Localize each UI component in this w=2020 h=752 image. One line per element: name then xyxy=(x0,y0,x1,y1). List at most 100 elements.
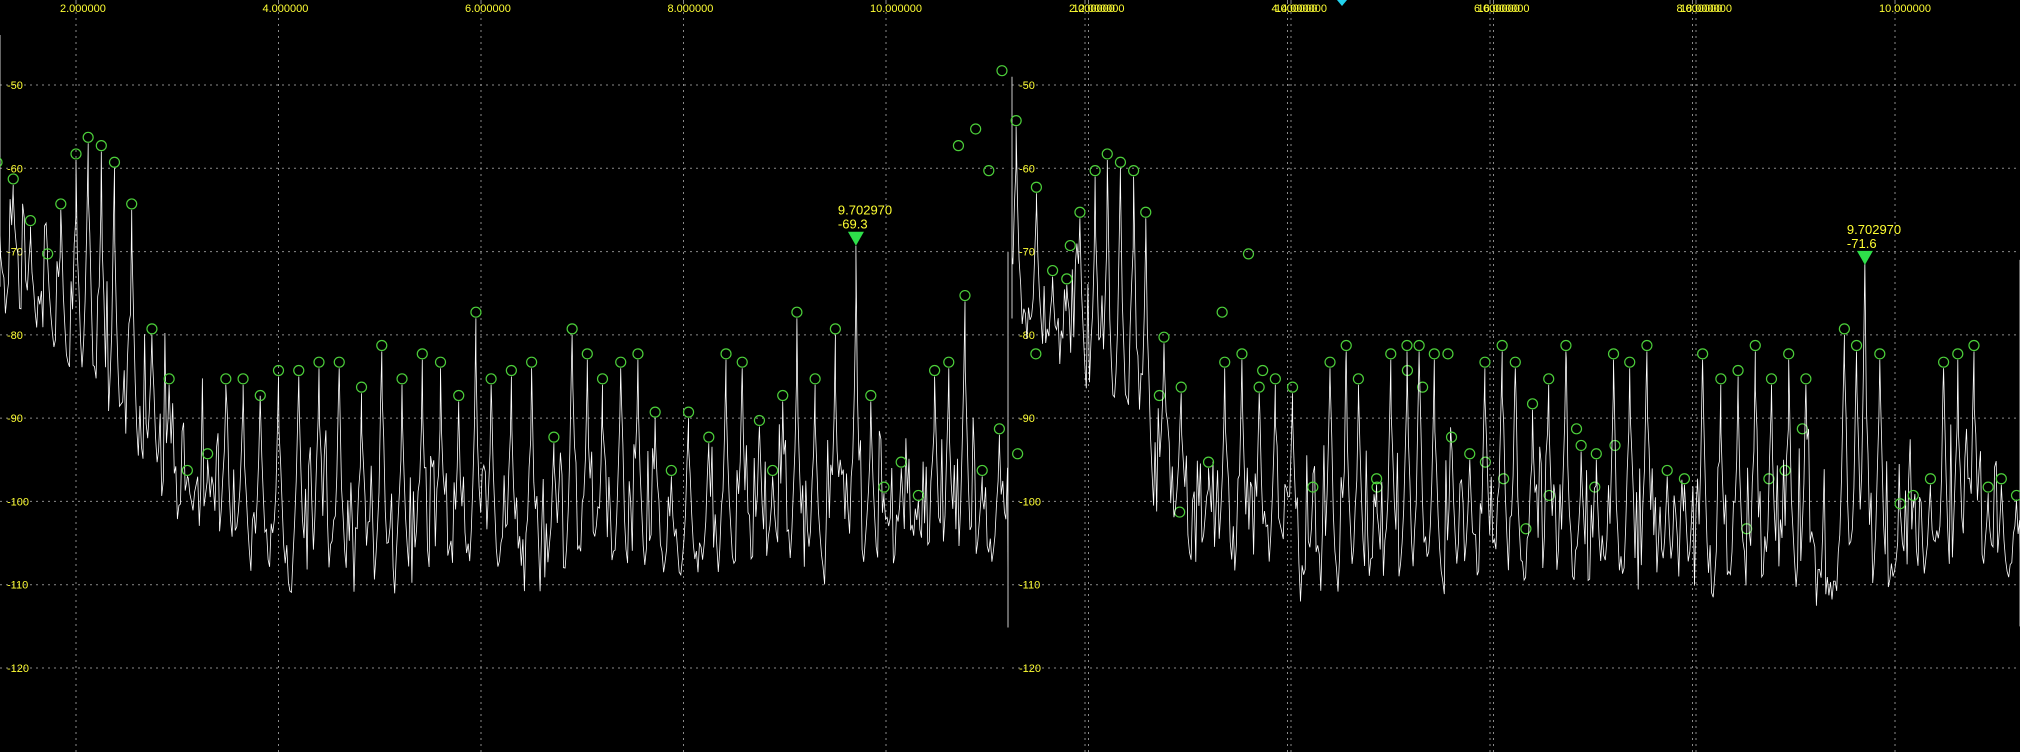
right-peak-circle xyxy=(1253,381,1265,393)
right-y-tick-label: -70 xyxy=(1019,247,1035,259)
left-peak-circle xyxy=(453,389,465,402)
right-peak-circle xyxy=(1046,264,1059,277)
right-peak-circle xyxy=(1924,473,1937,485)
left-peak-circle xyxy=(736,356,748,368)
left-y-tick-label: -80 xyxy=(7,330,23,342)
top-indicator-icon[interactable] xyxy=(1337,0,1347,6)
left-peak-circle xyxy=(809,373,821,385)
right-peak-circle xyxy=(1995,473,2007,485)
spectrum-display: 2.000000 4.000000 6.000000 8.000000 10.00000… xyxy=(0,0,2020,752)
left-peak-circle xyxy=(313,356,325,368)
left-peak-circle xyxy=(505,364,517,377)
right-peak-circle xyxy=(1385,348,1397,360)
right-peak-circle xyxy=(1800,373,1812,385)
right-peak-circle xyxy=(1074,206,1086,218)
left-peak-circle xyxy=(126,198,138,210)
left-peak-circle xyxy=(24,214,37,227)
right-peak-circle xyxy=(1982,481,1994,493)
left-y-tick-label: -60 xyxy=(7,163,23,175)
right-peak-circle xyxy=(970,123,982,135)
right-x-tick-label: 6.000000 xyxy=(1474,3,1520,15)
left-peak-circle xyxy=(753,414,766,427)
left-x-tick-label: 2.000000 xyxy=(60,3,106,15)
right-spectrum-trace xyxy=(1011,76,2020,627)
right-peak-circle xyxy=(1560,339,1572,352)
left-peak-circle xyxy=(7,173,19,185)
left-y-tick-label: -120 xyxy=(7,663,29,675)
left-peak-circle xyxy=(632,348,644,360)
left-peak-circle xyxy=(82,131,94,143)
left-peak-circle xyxy=(548,431,560,443)
left-peak-circle xyxy=(976,464,988,477)
left-peak-circle xyxy=(615,356,627,368)
left-peak-circle xyxy=(202,448,214,460)
left-peak-circle xyxy=(434,356,447,368)
left-peak-circle xyxy=(220,373,232,385)
right-y-tick-label: -50 xyxy=(1019,80,1035,92)
left-spectrum-panel: 2.000000 4.000000 6.000000 8.000000 10.00000… xyxy=(0,0,1808,752)
right-peak-circle xyxy=(1838,323,1850,335)
left-peak-circle xyxy=(526,356,538,368)
left-marker-level: -69.3 xyxy=(838,217,868,232)
right-peak-circle xyxy=(1089,165,1101,177)
right-peak-circle xyxy=(1678,473,1691,485)
right-peak-circle xyxy=(1607,348,1620,360)
left-peak-circle xyxy=(1442,348,1454,360)
right-peak-circle xyxy=(1236,348,1248,360)
left-peak-circle xyxy=(959,289,971,302)
left-peak-circle xyxy=(181,464,193,477)
left-peak-circle xyxy=(293,364,305,377)
right-peak-circle xyxy=(1697,348,1709,360)
right-y-tick-label: -120 xyxy=(1019,663,1041,675)
left-peak-circle xyxy=(485,373,497,385)
left-grid xyxy=(0,0,1697,752)
right-y-tick-label: -90 xyxy=(1019,413,1035,425)
left-peak-circle xyxy=(566,323,578,335)
left-peak-circle xyxy=(777,389,789,402)
left-y-tick-label: -110 xyxy=(7,580,28,592)
left-peak-circle xyxy=(416,348,428,360)
right-peak-circle xyxy=(1783,348,1795,360)
left-x-tick-label: 6.000000 xyxy=(465,3,511,15)
right-x-tick-label: 10.000000 xyxy=(1879,3,1931,15)
right-peak-circle xyxy=(1061,273,1073,285)
left-marker-triangle-icon xyxy=(847,231,864,246)
left-peak-markers xyxy=(0,131,1808,535)
left-peak-circle xyxy=(665,464,677,477)
left-peak-circle xyxy=(791,306,803,318)
right-peak-circle xyxy=(1101,148,1113,160)
right-y-tick-label: -60 xyxy=(1019,163,1035,175)
right-main-marker[interactable]: 9.702970-71.6 xyxy=(1847,222,1901,265)
right-peak-circle xyxy=(1715,373,1727,385)
right-peak-circle xyxy=(1907,489,1919,502)
right-peak-circle xyxy=(1952,348,1964,360)
left-y-tick-label: -50 xyxy=(7,80,23,92)
right-peak-circle xyxy=(1624,356,1636,368)
left-peak-circle xyxy=(237,373,249,385)
left-peak-circle xyxy=(396,373,408,385)
right-peak-circle xyxy=(1543,373,1555,385)
right-peak-circle xyxy=(1413,339,1425,352)
left-peak-circle xyxy=(355,381,368,393)
right-peak-circle xyxy=(1496,339,1508,352)
right-x-tick-label: 8.000000 xyxy=(1677,3,1723,15)
right-peak-circle xyxy=(1158,331,1170,343)
right-x-tick-labels: 2.000000 4.000000 6.000000 8.000000 10.00000… xyxy=(1069,0,1931,15)
left-peak-circle xyxy=(1498,473,1510,485)
right-peak-circle xyxy=(1202,456,1215,468)
right-peak-circle xyxy=(1749,339,1761,352)
left-peak-circle xyxy=(1796,423,1808,435)
right-y-tick-label: -100 xyxy=(1019,496,1041,508)
left-peak-circle xyxy=(878,481,890,493)
right-peak-circle xyxy=(1428,348,1440,360)
left-peak-circle xyxy=(1417,381,1429,393)
left-peak-circle xyxy=(596,373,609,385)
left-main-marker[interactable]: 9.702970-69.3 xyxy=(838,203,892,246)
right-peak-circle xyxy=(1324,356,1336,368)
right-peak-circle xyxy=(1509,356,1521,368)
right-spectrum-panel: 2.000000 4.000000 6.000000 8.000000 10.00000… xyxy=(952,0,2020,752)
left-x-tick-label: 4.000000 xyxy=(263,3,309,15)
right-peak-circle xyxy=(1874,348,1886,360)
right-peak-circle xyxy=(996,65,1008,77)
left-peak-circle xyxy=(1570,423,1583,435)
